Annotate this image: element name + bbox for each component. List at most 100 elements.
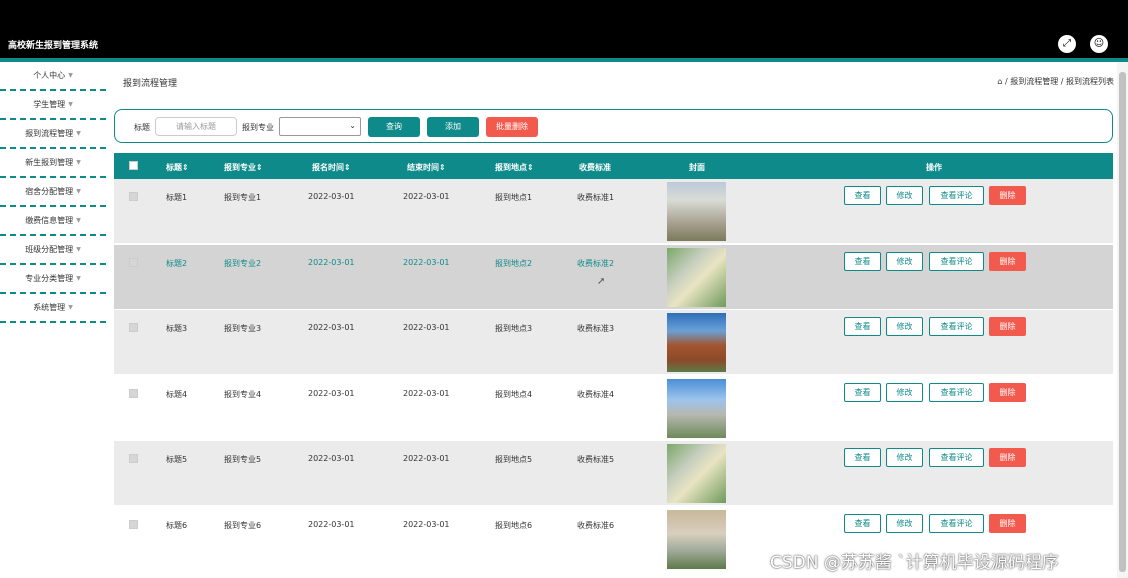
view-button[interactable]: 查看 xyxy=(844,383,881,402)
cell-start: 2022-03-01 xyxy=(308,520,355,529)
sidebar-item-class[interactable]: 班级分配管理 ▼ xyxy=(0,236,106,265)
cell-place: 报到地点4 xyxy=(495,390,533,399)
view-comments-button[interactable]: 查看评论 xyxy=(929,317,984,336)
row-checkbox[interactable] xyxy=(129,389,138,398)
chevron-down-icon: ▼ xyxy=(76,130,81,137)
row-checkbox[interactable] xyxy=(129,454,138,463)
sidebar-item-major[interactable]: 专业分类管理 ▼ xyxy=(0,265,106,294)
edit-button[interactable]: 修改 xyxy=(886,186,923,205)
sidebar-item-dorm[interactable]: 宿舍分配管理 ▼ xyxy=(0,178,106,207)
header-actions: 操作 xyxy=(926,163,942,172)
cell-fee: 收费标准3 xyxy=(577,324,615,333)
header-start[interactable]: 报名时间⇕ xyxy=(312,162,351,173)
chevron-down-icon: ▼ xyxy=(76,188,81,195)
view-button[interactable]: 查看 xyxy=(844,252,881,271)
cell-place: 报到地点5 xyxy=(495,455,533,464)
view-comments-button[interactable]: 查看评论 xyxy=(929,514,984,533)
sidebar-item-system[interactable]: 系统管理 ▼ xyxy=(0,294,106,323)
title-label: 标题 xyxy=(134,123,150,132)
mouse-cursor-icon: ➚ xyxy=(597,276,606,287)
sidebar-item-students[interactable]: 学生管理 ▼ xyxy=(0,91,106,120)
table-row[interactable]: 标题4 报到专业4 2022-03-01 2022-03-01 报到地点4 收费… xyxy=(114,376,1113,441)
view-comments-button[interactable]: 查看评论 xyxy=(929,186,984,205)
view-button[interactable]: 查看 xyxy=(844,317,881,336)
table-row[interactable]: 标题2 报到专业2 2022-03-01 2022-03-01 报到地点2 收费… xyxy=(114,245,1113,310)
cell-end: 2022-03-01 xyxy=(403,323,450,332)
edit-button[interactable]: 修改 xyxy=(886,514,923,533)
edit-button[interactable]: 修改 xyxy=(886,383,923,402)
chevron-down-icon: ▼ xyxy=(68,101,73,108)
delete-button[interactable]: 删除 xyxy=(989,186,1026,205)
scrollbar[interactable] xyxy=(1117,62,1128,578)
cell-major: 报到专业6 xyxy=(224,521,262,530)
header-cover: 封面 xyxy=(689,163,705,172)
row-checkbox[interactable] xyxy=(129,258,138,267)
view-comments-button[interactable]: 查看评论 xyxy=(929,252,984,271)
header-end[interactable]: 结束时间⇕ xyxy=(407,162,446,173)
row-checkbox[interactable] xyxy=(129,520,138,529)
edit-button[interactable]: 修改 xyxy=(886,448,923,467)
cell-major: 报到专业5 xyxy=(224,455,262,464)
fullscreen-icon[interactable]: ⤢ xyxy=(1058,35,1076,53)
table-row[interactable]: 标题3 报到专业3 2022-03-01 2022-03-01 报到地点3 收费… xyxy=(114,310,1113,375)
row-checkbox[interactable] xyxy=(129,192,138,201)
cell-place: 报到地点6 xyxy=(495,521,533,530)
chevron-down-icon: ▼ xyxy=(76,159,81,166)
cell-title: 标题6 xyxy=(166,521,188,530)
delete-button[interactable]: 删除 xyxy=(989,448,1026,467)
delete-button[interactable]: 删除 xyxy=(989,514,1026,533)
sidebar-item-label: 宿舍分配管理 xyxy=(25,187,74,196)
view-button[interactable]: 查看 xyxy=(844,186,881,205)
sidebar-item-label: 班级分配管理 xyxy=(25,245,74,254)
cell-fee: 收费标准1 xyxy=(577,193,615,202)
page-title: 报到流程管理 xyxy=(123,79,178,89)
cover-image xyxy=(667,510,726,569)
cell-place: 报到地点3 xyxy=(495,324,533,333)
select-all-checkbox[interactable] xyxy=(129,161,138,170)
sidebar-item-payment[interactable]: 缴费信息管理 ▼ xyxy=(0,207,106,236)
header-major[interactable]: 报到专业⇕ xyxy=(224,162,263,173)
delete-button[interactable]: 删除 xyxy=(989,383,1026,402)
sidebar-item-freshman-report[interactable]: 新生报到管理 ▼ xyxy=(0,149,106,178)
cell-title: 标题2 xyxy=(166,259,188,268)
scrollbar-thumb[interactable] xyxy=(1119,72,1126,572)
cell-start: 2022-03-01 xyxy=(308,258,355,267)
header-title[interactable]: 标题⇕ xyxy=(166,162,189,173)
chevron-down-icon: ▼ xyxy=(68,304,73,311)
query-button[interactable]: 查询 xyxy=(368,117,420,137)
chevron-down-icon: ▼ xyxy=(76,246,81,253)
app-header: 高校新生报到管理系统 ⤢ ☺ xyxy=(0,24,1128,58)
sidebar-item-label: 系统管理 xyxy=(33,303,66,312)
cell-start: 2022-03-01 xyxy=(308,389,355,398)
cell-title: 标题4 xyxy=(166,390,188,399)
sidebar-item-label: 报到流程管理 xyxy=(25,129,74,138)
table-row[interactable]: 标题5 报到专业5 2022-03-01 2022-03-01 报到地点5 收费… xyxy=(114,441,1113,506)
cover-image xyxy=(667,379,726,438)
edit-button[interactable]: 修改 xyxy=(886,252,923,271)
sidebar-item-label: 缴费信息管理 xyxy=(25,216,74,225)
cover-image xyxy=(667,182,726,241)
title-search-input[interactable]: 请输入标题 xyxy=(155,117,237,136)
app-title: 高校新生报到管理系统 xyxy=(8,41,99,51)
chevron-down-icon: ▼ xyxy=(68,72,73,79)
sidebar: 个人中心 ▼ 学生管理 ▼ 报到流程管理 ▼ 新生报到管理 ▼ 宿舍分配管理 ▼ 缴费信息… xyxy=(0,62,106,578)
user-icon[interactable]: ☺ xyxy=(1090,35,1108,53)
delete-button[interactable]: 删除 xyxy=(989,252,1026,271)
cell-major: 报到专业1 xyxy=(224,193,262,202)
home-icon[interactable]: ⌂ xyxy=(997,77,1002,86)
view-button[interactable]: 查看 xyxy=(844,514,881,533)
edit-button[interactable]: 修改 xyxy=(886,317,923,336)
add-button[interactable]: 添加 xyxy=(427,117,479,137)
sidebar-item-report-flow[interactable]: 报到流程管理 ▼ xyxy=(0,120,106,149)
view-comments-button[interactable]: 查看评论 xyxy=(929,448,984,467)
header-place[interactable]: 报到地点⇕ xyxy=(495,162,534,173)
delete-button[interactable]: 删除 xyxy=(989,317,1026,336)
sidebar-item-personal-center[interactable]: 个人中心 ▼ xyxy=(0,62,106,91)
row-checkbox[interactable] xyxy=(129,323,138,332)
view-comments-button[interactable]: 查看评论 xyxy=(929,383,984,402)
breadcrumb-path: / 报到流程管理 / 报到流程列表 xyxy=(1004,77,1114,86)
table-row[interactable]: 标题1 报到专业1 2022-03-01 2022-03-01 报到地点1 收费… xyxy=(114,179,1113,244)
view-button[interactable]: 查看 xyxy=(844,448,881,467)
major-select[interactable]: ⌄ xyxy=(279,117,361,136)
batch-delete-button[interactable]: 批量删除 xyxy=(486,117,538,137)
